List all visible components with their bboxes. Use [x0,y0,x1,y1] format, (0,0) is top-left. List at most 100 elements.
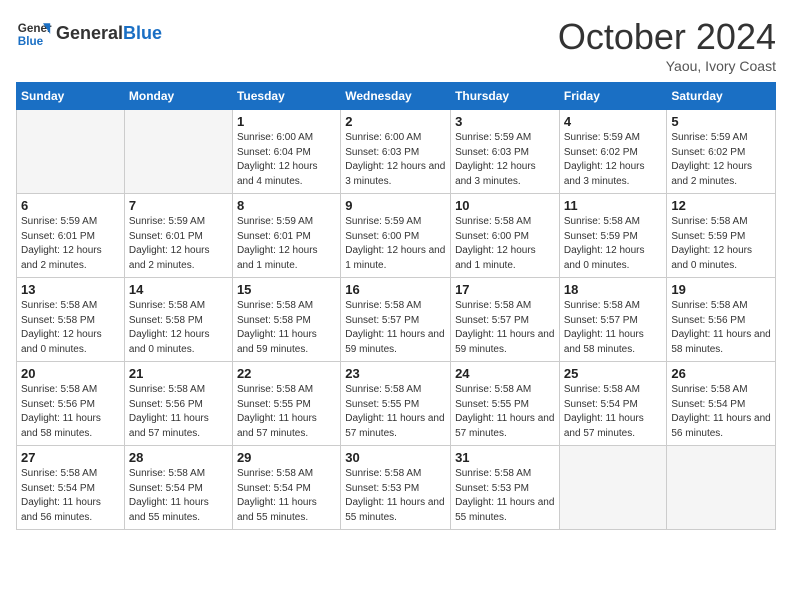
weekday-header-saturday: Saturday [667,83,776,110]
day-info: Sunrise: 5:58 AM Sunset: 5:54 PM Dayligh… [671,383,771,441]
day-info: Sunrise: 6:00 AM Sunset: 6:04 PM Dayligh… [237,131,336,189]
calendar-cell [124,110,232,194]
calendar-week-row: 6 Sunrise: 5:59 AM Sunset: 6:01 PM Daylig… [17,194,776,278]
day-info: Sunrise: 5:58 AM Sunset: 5:55 PM Dayligh… [237,383,336,441]
calendar-cell: 1 Sunrise: 6:00 AM Sunset: 6:04 PM Daylig… [232,110,340,194]
calendar-cell: 20 Sunrise: 5:58 AM Sunset: 5:56 PM Dayli… [17,362,125,446]
day-info: Sunrise: 5:58 AM Sunset: 5:53 PM Dayligh… [455,467,555,525]
calendar-cell: 19 Sunrise: 5:58 AM Sunset: 5:56 PM Dayli… [667,278,776,362]
day-number: 22 [237,366,336,381]
day-number: 20 [21,366,120,381]
weekday-header-sunday: Sunday [17,83,125,110]
weekday-header-wednesday: Wednesday [341,83,451,110]
calendar-week-row: 27Sunrise: 5:58 AM Sunset: 5:54 PM Dayli… [17,446,776,530]
day-info: Sunrise: 5:59 AM Sunset: 6:01 PM Dayligh… [21,215,120,273]
logo-text: GeneralBlue [56,24,162,44]
day-number: 19 [671,282,771,297]
day-info: Sunrise: 5:58 AM Sunset: 5:57 PM Dayligh… [564,299,663,357]
calendar-cell: 31 Sunrise: 5:58 AM Sunset: 5:53 PM Dayli… [451,446,560,530]
calendar-cell: 27Sunrise: 5:58 AM Sunset: 5:54 PM Dayli… [17,446,125,530]
day-number: 2 [345,114,446,129]
page-header: General Blue GeneralBlue October 2024 Ya… [16,16,776,74]
day-number: 4 [564,114,663,129]
day-number: 9 [345,198,446,213]
day-number: 15 [237,282,336,297]
day-info: Sunrise: 5:58 AM Sunset: 6:00 PM Dayligh… [455,215,555,273]
day-number: 30 [345,450,446,465]
day-number: 29 [237,450,336,465]
day-number: 17 [455,282,555,297]
day-number: 28 [129,450,228,465]
calendar-cell: 18 Sunrise: 5:58 AM Sunset: 5:57 PM Dayli… [559,278,667,362]
day-info: Sunrise: 5:58 AM Sunset: 5:56 PM Dayligh… [671,299,771,357]
calendar-cell: 12 Sunrise: 5:58 AM Sunset: 5:59 PM Dayli… [667,194,776,278]
calendar-cell: 8Sunrise: 5:59 AM Sunset: 6:01 PM Daylig… [232,194,340,278]
day-number: 6 [21,198,120,213]
day-number: 13 [21,282,120,297]
calendar-cell: 25Sunrise: 5:58 AM Sunset: 5:54 PM Dayli… [559,362,667,446]
logo-icon: General Blue [16,16,52,52]
calendar-table: SundayMondayTuesdayWednesdayThursdayFrid… [16,82,776,530]
calendar-cell: 16 Sunrise: 5:58 AM Sunset: 5:57 PM Dayli… [341,278,451,362]
day-info: Sunrise: 5:58 AM Sunset: 5:53 PM Dayligh… [345,467,446,525]
day-info: Sunrise: 5:59 AM Sunset: 6:02 PM Dayligh… [564,131,663,189]
calendar-cell: 5 Sunrise: 5:59 AM Sunset: 6:02 PM Daylig… [667,110,776,194]
weekday-header-friday: Friday [559,83,667,110]
weekday-header-tuesday: Tuesday [232,83,340,110]
day-info: Sunrise: 5:58 AM Sunset: 5:58 PM Dayligh… [129,299,228,357]
day-number: 26 [671,366,771,381]
calendar-cell: 24 Sunrise: 5:58 AM Sunset: 5:55 PM Dayli… [451,362,560,446]
calendar-cell: 17 Sunrise: 5:58 AM Sunset: 5:57 PM Dayli… [451,278,560,362]
title-area: October 2024 Yaou, Ivory Coast [558,16,776,74]
calendar-cell [17,110,125,194]
day-number: 12 [671,198,771,213]
day-number: 16 [345,282,446,297]
calendar-cell: 21 Sunrise: 5:58 AM Sunset: 5:56 PM Dayli… [124,362,232,446]
day-number: 27 [21,450,120,465]
day-number: 31 [455,450,555,465]
day-info: Sunrise: 5:58 AM Sunset: 5:59 PM Dayligh… [671,215,771,273]
day-info: Sunrise: 5:58 AM Sunset: 5:59 PM Dayligh… [564,215,663,273]
calendar-cell: 26 Sunrise: 5:58 AM Sunset: 5:54 PM Dayli… [667,362,776,446]
weekday-header-monday: Monday [124,83,232,110]
calendar-cell: 7Sunrise: 5:59 AM Sunset: 6:01 PM Daylig… [124,194,232,278]
day-number: 24 [455,366,555,381]
calendar-cell: 28Sunrise: 5:58 AM Sunset: 5:54 PM Dayli… [124,446,232,530]
day-number: 23 [345,366,446,381]
day-info: Sunrise: 5:58 AM Sunset: 5:58 PM Dayligh… [21,299,120,357]
day-info: Sunrise: 5:58 AM Sunset: 5:55 PM Dayligh… [455,383,555,441]
day-info: Sunrise: 5:59 AM Sunset: 6:00 PM Dayligh… [345,215,446,273]
calendar-cell: 22 Sunrise: 5:58 AM Sunset: 5:55 PM Dayli… [232,362,340,446]
day-info: Sunrise: 5:59 AM Sunset: 6:03 PM Dayligh… [455,131,555,189]
day-info: Sunrise: 6:00 AM Sunset: 6:03 PM Dayligh… [345,131,446,189]
calendar-cell: 2 Sunrise: 6:00 AM Sunset: 6:03 PM Daylig… [341,110,451,194]
day-number: 18 [564,282,663,297]
calendar-cell: 23 Sunrise: 5:58 AM Sunset: 5:55 PM Dayli… [341,362,451,446]
calendar-cell: 13 Sunrise: 5:58 AM Sunset: 5:58 PM Dayli… [17,278,125,362]
day-info: Sunrise: 5:58 AM Sunset: 5:57 PM Dayligh… [345,299,446,357]
calendar-week-row: 20 Sunrise: 5:58 AM Sunset: 5:56 PM Dayli… [17,362,776,446]
day-info: Sunrise: 5:59 AM Sunset: 6:01 PM Dayligh… [129,215,228,273]
day-info: Sunrise: 5:58 AM Sunset: 5:56 PM Dayligh… [21,383,120,441]
calendar-cell: 9 Sunrise: 5:59 AM Sunset: 6:00 PM Daylig… [341,194,451,278]
logo: General Blue GeneralBlue [16,16,162,52]
day-info: Sunrise: 5:58 AM Sunset: 5:58 PM Dayligh… [237,299,336,357]
calendar-cell: 6 Sunrise: 5:59 AM Sunset: 6:01 PM Daylig… [17,194,125,278]
day-info: Sunrise: 5:59 AM Sunset: 6:02 PM Dayligh… [671,131,771,189]
location-subtitle: Yaou, Ivory Coast [558,58,776,74]
day-number: 21 [129,366,228,381]
weekday-header-thursday: Thursday [451,83,560,110]
day-info: Sunrise: 5:58 AM Sunset: 5:57 PM Dayligh… [455,299,555,357]
day-number: 1 [237,114,336,129]
day-number: 25 [564,366,663,381]
day-number: 11 [564,198,663,213]
calendar-cell: 29Sunrise: 5:58 AM Sunset: 5:54 PM Dayli… [232,446,340,530]
calendar-cell: 11 Sunrise: 5:58 AM Sunset: 5:59 PM Dayli… [559,194,667,278]
calendar-cell: 3Sunrise: 5:59 AM Sunset: 6:03 PM Daylig… [451,110,560,194]
month-year-title: October 2024 [558,16,776,58]
day-number: 5 [671,114,771,129]
calendar-cell: 15 Sunrise: 5:58 AM Sunset: 5:58 PM Dayli… [232,278,340,362]
day-info: Sunrise: 5:58 AM Sunset: 5:55 PM Dayligh… [345,383,446,441]
day-info: Sunrise: 5:58 AM Sunset: 5:56 PM Dayligh… [129,383,228,441]
calendar-cell: 4 Sunrise: 5:59 AM Sunset: 6:02 PM Daylig… [559,110,667,194]
